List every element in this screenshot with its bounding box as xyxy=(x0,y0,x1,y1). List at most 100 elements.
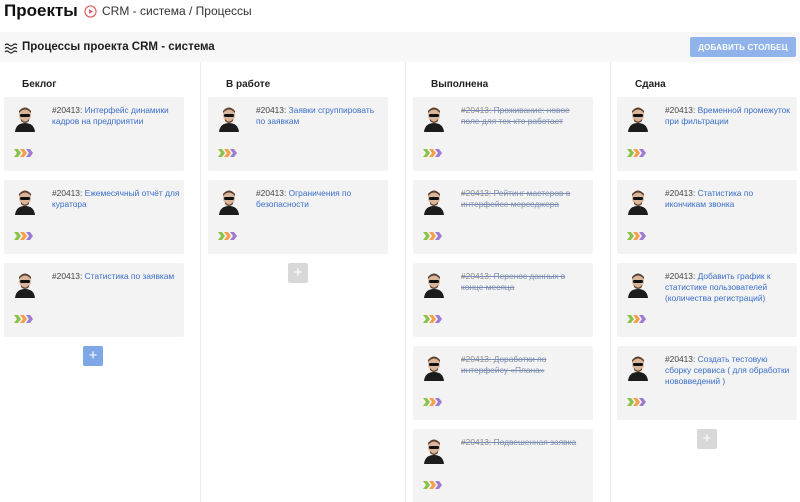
column-header: В работе xyxy=(208,76,270,92)
priority-arrows-icon xyxy=(14,227,36,240)
priority-arrows-icon xyxy=(423,476,445,489)
task-number: #20413: xyxy=(665,354,696,364)
task-card[interactable]: #20413: Интерфейс динамики кадров на пре… xyxy=(4,97,184,171)
edit-icon[interactable] xyxy=(159,78,169,89)
task-number: #20413: xyxy=(461,105,492,115)
breadcrumb-text[interactable]: CRM - система / Процессы xyxy=(102,4,252,18)
task-number: #20413: xyxy=(52,271,83,281)
avatar xyxy=(627,189,649,215)
task-text[interactable]: Статистика по заявкам xyxy=(82,271,175,281)
priority-arrows-icon xyxy=(218,144,240,157)
priority-arrows-icon xyxy=(423,393,445,406)
task-title[interactable]: #20413: Интерфейс динамики кадров на пре… xyxy=(52,105,180,127)
task-number: #20413: xyxy=(256,188,287,198)
task-number: #20413: xyxy=(665,188,696,198)
page-title: Проекты xyxy=(4,1,78,20)
trash-icon[interactable] xyxy=(379,78,389,89)
priority-arrows-icon xyxy=(627,227,649,240)
add-card-button[interactable]: + xyxy=(288,263,308,283)
edit-icon[interactable] xyxy=(772,78,782,89)
avatar xyxy=(14,106,36,132)
column-divider xyxy=(610,62,611,502)
task-title[interactable]: #20413: Ежемесячный отчёт для куратора xyxy=(52,188,180,210)
trash-icon[interactable] xyxy=(175,78,185,89)
task-card[interactable]: #20413: Подвешенная заявка xyxy=(413,429,593,502)
task-number: #20413: xyxy=(665,105,696,115)
task-title[interactable]: #20413: Проживание: новое поле для тех к… xyxy=(461,105,589,127)
play-circle-icon xyxy=(84,4,97,18)
trash-icon[interactable] xyxy=(788,78,798,89)
project-processes-title: Процессы проекта CRM - система xyxy=(22,41,215,53)
check-circle-icon xyxy=(617,78,630,91)
task-card[interactable]: #20413: Статистика по заявкам xyxy=(4,263,184,337)
priority-arrows-icon xyxy=(14,310,36,323)
avatar xyxy=(423,355,445,381)
task-card[interactable]: #20413: Ограничения по безопасности xyxy=(208,180,388,254)
edit-icon[interactable] xyxy=(363,78,373,89)
edit-icon[interactable] xyxy=(568,78,578,89)
task-number: #20413: xyxy=(256,105,287,115)
avatar xyxy=(627,272,649,298)
project-subheader: Процессы проекта CRM - система xyxy=(0,32,800,62)
avatar xyxy=(14,272,36,298)
task-card[interactable]: #20413: Создать тестовую сборку сервиса … xyxy=(617,346,797,420)
task-number: #20413: xyxy=(461,354,492,364)
column-divider xyxy=(200,62,201,502)
progress-icon xyxy=(413,78,426,91)
priority-arrows-icon xyxy=(627,144,649,157)
task-title[interactable]: #20413: Ограничения по безопасности xyxy=(256,188,384,210)
column-divider xyxy=(405,62,406,502)
task-card[interactable]: #20413: Временной промежуток при фильтра… xyxy=(617,97,797,171)
task-number: #20413: xyxy=(52,105,83,115)
avatar xyxy=(218,106,240,132)
task-title[interactable]: #20413: Временной промежуток при фильтра… xyxy=(665,105,793,127)
avatar xyxy=(423,272,445,298)
task-card[interactable]: #20413: Проживание: новое поле для тех к… xyxy=(413,97,593,171)
task-card[interactable]: #20413: Доработки по интерфейсу «Плана» xyxy=(413,346,593,420)
task-number: #20413: xyxy=(461,271,492,281)
column-header: Беклог xyxy=(4,76,56,92)
task-number: #20413: xyxy=(52,188,83,198)
task-title[interactable]: #20413: Заявки сгруппировать по заявкам xyxy=(256,105,384,127)
trash-icon[interactable] xyxy=(584,78,594,89)
column-title: Сдана xyxy=(635,78,666,90)
column-tools xyxy=(159,78,185,89)
task-title[interactable]: #20413: Подвешенная заявка xyxy=(461,437,589,448)
column-header: Сдана xyxy=(617,76,666,92)
add-column-button[interactable]: ДОБАВИТЬ СТОЛБЕЦ xyxy=(690,37,796,57)
task-card[interactable]: #20413: Заявки сгруппировать по заявкам xyxy=(208,97,388,171)
task-card[interactable]: #20413: Статистика по икончикам звонка xyxy=(617,180,797,254)
task-title[interactable]: #20413: Добавить график к статистике пол… xyxy=(665,271,793,304)
breadcrumb[interactable]: CRM - система / Процессы xyxy=(84,4,252,18)
avatar xyxy=(627,106,649,132)
task-text[interactable]: Подвешенная заявка xyxy=(491,437,577,447)
task-number: #20413: xyxy=(461,437,492,447)
avatar xyxy=(14,189,36,215)
column-title: В работе xyxy=(226,78,271,90)
priority-arrows-icon xyxy=(423,144,445,157)
add-card-button[interactable]: + xyxy=(83,346,103,366)
column-tools xyxy=(772,78,798,89)
task-title[interactable]: #20413: Доработки по интерфейсу «Плана» xyxy=(461,354,589,376)
column-title: Беклог xyxy=(22,78,57,90)
task-title[interactable]: #20413: Рейтинг мастеров в интерфейсе ме… xyxy=(461,188,589,210)
priority-arrows-icon xyxy=(423,227,445,240)
task-card[interactable]: #20413: Ежемесячный отчёт для куратора xyxy=(4,180,184,254)
play-icon xyxy=(208,78,221,91)
task-title[interactable]: #20413: Перенос данных в конце месяца xyxy=(461,271,589,293)
avatar xyxy=(627,355,649,381)
avatar xyxy=(423,438,445,464)
task-card[interactable]: #20413: Добавить график к статистике пол… xyxy=(617,263,797,337)
task-card[interactable]: #20413: Рейтинг мастеров в интерфейсе ме… xyxy=(413,180,593,254)
task-title[interactable]: #20413: Статистика по заявкам xyxy=(52,271,180,282)
column-title: Выполнена xyxy=(431,78,489,90)
task-card[interactable]: #20413: Перенос данных в конце месяца xyxy=(413,263,593,337)
column-header: Выполнена xyxy=(413,76,488,92)
task-number: #20413: xyxy=(665,271,696,281)
task-title[interactable]: #20413: Статистика по икончикам звонка xyxy=(665,188,793,210)
column-tools xyxy=(568,78,594,89)
priority-arrows-icon xyxy=(627,310,649,323)
add-card-button[interactable]: + xyxy=(697,429,717,449)
avatar xyxy=(423,189,445,215)
task-title[interactable]: #20413: Создать тестовую сборку сервиса … xyxy=(665,354,793,387)
